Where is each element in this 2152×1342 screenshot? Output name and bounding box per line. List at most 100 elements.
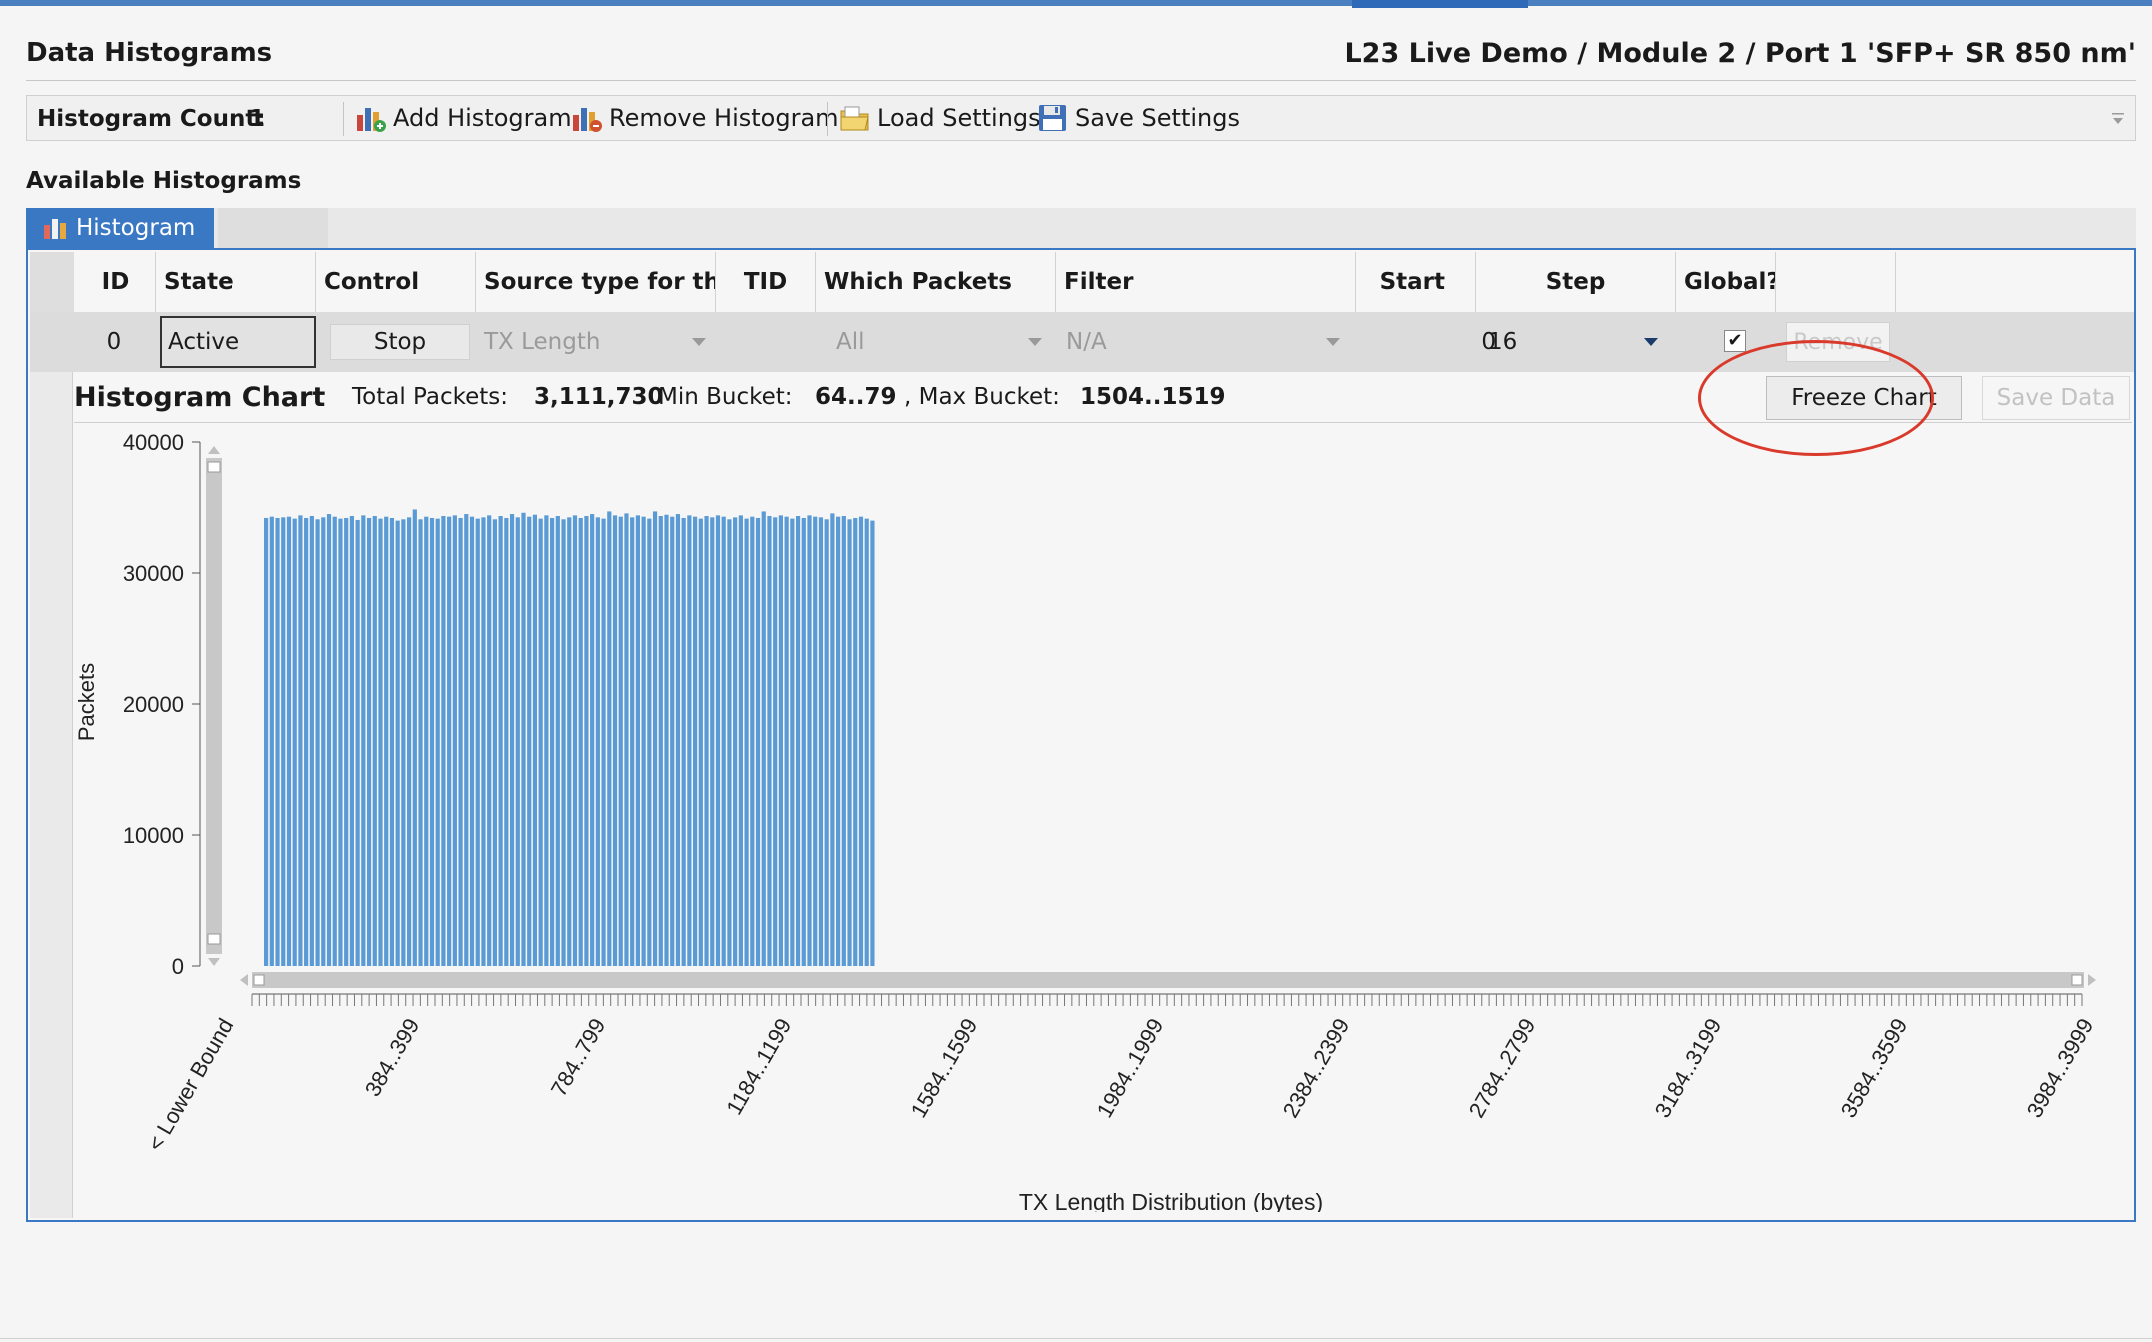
column-header-id[interactable]: ID	[76, 252, 156, 312]
remove-histogram-icon	[573, 108, 602, 132]
column-header-step[interactable]: Step	[1476, 252, 1676, 312]
bar	[572, 515, 578, 966]
x-tick-label: 3584..3599	[1836, 1014, 1913, 1122]
bar	[504, 517, 509, 966]
min-bucket-label: Min Bucket:	[658, 384, 793, 410]
save-settings-button[interactable]: Save Settings	[1037, 100, 1240, 136]
bar	[595, 517, 600, 966]
bar	[807, 515, 812, 966]
bar	[269, 516, 274, 966]
bar	[790, 518, 795, 966]
y-tick-label: 0	[172, 954, 184, 979]
bar	[744, 518, 749, 966]
state-cell[interactable]: Active	[160, 316, 316, 368]
source-type-chevron-down-icon[interactable]	[692, 338, 706, 346]
x-tick-label: 1984..1999	[1092, 1014, 1169, 1122]
bar	[755, 517, 761, 966]
bar	[395, 520, 400, 966]
x-scroll-left-icon[interactable]	[240, 974, 248, 986]
step-dropdown[interactable]: 16	[1488, 312, 1608, 372]
histogram-count-value: 1	[249, 106, 266, 132]
bar	[824, 519, 829, 966]
window-top-accent	[0, 0, 2152, 8]
grid-header: ID State Control Source type for the TID…	[30, 252, 2130, 312]
tid-cell[interactable]	[716, 312, 816, 372]
bar	[870, 520, 875, 966]
bar	[647, 518, 652, 966]
y-scroll-down-icon[interactable]	[208, 958, 220, 966]
remove-row-button[interactable]: Remove	[1786, 322, 1890, 362]
y-scrollbar[interactable]	[206, 458, 222, 954]
filter-chevron-down-icon[interactable]	[1326, 338, 1340, 346]
toolbar: Histogram Count: 1 Add Histogram Remove …	[26, 95, 2136, 141]
bar	[601, 518, 606, 966]
bar	[401, 519, 406, 966]
y-tick-label: 20000	[123, 692, 184, 717]
x-tick-label: 2384..2399	[1278, 1014, 1355, 1122]
bar	[487, 515, 492, 966]
bar	[578, 517, 583, 966]
bar	[864, 518, 869, 966]
bar	[344, 517, 349, 966]
load-settings-label: Load Settings	[877, 104, 1041, 132]
max-bucket-value: 1504..1519	[1080, 384, 1226, 410]
column-header-filter[interactable]: Filter	[1056, 252, 1356, 312]
y-scroll-up-icon[interactable]	[208, 446, 220, 454]
x-scroll-handle-right[interactable]	[2071, 974, 2083, 986]
table-row[interactable]: 0 Active Stop TX Length All N/A 0 16 ✔ R…	[30, 312, 2134, 372]
save-settings-label: Save Settings	[1075, 104, 1240, 132]
column-header-tid[interactable]: TID	[716, 252, 816, 312]
start-value[interactable]: 0	[1356, 312, 1496, 372]
global-checkbox[interactable]: ✔	[1724, 330, 1746, 352]
context-title: L23 Live Demo / Module 2 / Port 1 'SFP+ …	[1344, 38, 2136, 69]
column-header-global[interactable]: Global?	[1676, 252, 1776, 312]
bar	[321, 517, 326, 966]
bar	[630, 517, 635, 966]
which-packets-chevron-down-icon[interactable]	[1028, 338, 1042, 346]
y-scroll-handle-bottom[interactable]	[207, 933, 221, 945]
stop-button[interactable]: Stop	[330, 324, 470, 360]
bar	[309, 516, 314, 966]
x-tick-label: 1584..1599	[906, 1014, 983, 1122]
histogram-tabstrip: Histogram	[26, 208, 2136, 248]
bar	[738, 515, 743, 966]
bar	[801, 517, 806, 966]
bar	[286, 516, 292, 966]
x-scrollbar[interactable]	[252, 972, 2084, 988]
which-packets-dropdown[interactable]: All	[836, 312, 996, 372]
column-header-source-type[interactable]: Source type for the	[476, 252, 716, 312]
source-type-dropdown[interactable]: TX Length	[484, 312, 684, 372]
column-header-control[interactable]: Control	[316, 252, 476, 312]
y-axis: 0 10000 20000 30000 40000	[123, 430, 201, 979]
x-scroll-handle-left[interactable]	[253, 974, 265, 986]
y-scroll-handle-top[interactable]	[207, 461, 221, 473]
bar	[715, 515, 721, 966]
toolbar-overflow-icon[interactable]	[2111, 110, 2125, 126]
floppy-disk-icon	[1039, 105, 1066, 131]
title-divider	[26, 80, 2136, 81]
bar	[475, 518, 480, 966]
bar	[612, 515, 618, 966]
bar	[424, 516, 429, 966]
filter-dropdown[interactable]: N/A	[1066, 312, 1306, 372]
bar	[538, 518, 543, 966]
bar	[349, 516, 354, 966]
load-settings-button[interactable]: Load Settings	[839, 100, 1041, 136]
bar	[338, 518, 343, 966]
add-histogram-button[interactable]: Add Histogram	[355, 100, 572, 136]
step-chevron-down-icon[interactable]	[1644, 338, 1658, 346]
bar	[675, 514, 681, 966]
column-header-which-packets[interactable]: Which Packets	[816, 252, 1056, 312]
tab-histogram[interactable]: Histogram	[26, 208, 214, 248]
bar	[441, 516, 446, 966]
bar	[767, 516, 772, 966]
bar	[704, 516, 709, 966]
bar	[641, 516, 646, 966]
remove-histogram-button[interactable]: Remove Histogram	[571, 100, 839, 136]
bar	[521, 512, 526, 966]
x-scroll-right-icon[interactable]	[2088, 974, 2096, 986]
column-header-start[interactable]: Start	[1356, 252, 1476, 312]
bar	[698, 518, 703, 966]
bar	[858, 516, 864, 966]
column-header-state[interactable]: State	[156, 252, 316, 312]
